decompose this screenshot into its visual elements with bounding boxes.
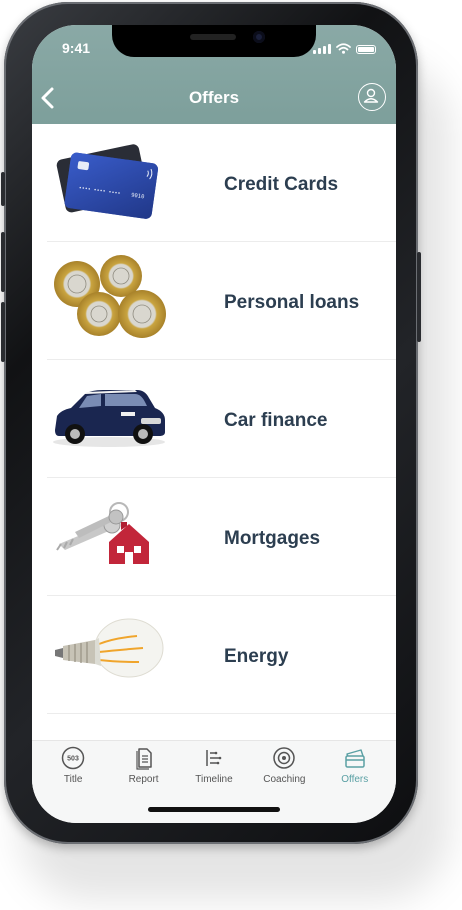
speaker bbox=[190, 34, 236, 40]
coins-image bbox=[54, 255, 166, 338]
offer-label: Energy bbox=[224, 646, 289, 667]
status-time: 9:41 bbox=[62, 40, 91, 56]
tab-coaching[interactable]: Coaching bbox=[252, 746, 316, 785]
tab-timeline[interactable]: Timeline bbox=[182, 746, 246, 785]
offer-item-credit-cards[interactable]: •••• •••• •••• 9010 Credit Cards bbox=[47, 124, 396, 242]
tab-title[interactable]: 503 Title bbox=[41, 746, 105, 785]
offer-label: Personal loans bbox=[224, 292, 360, 313]
offers-icon bbox=[345, 749, 365, 768]
bottom-tab-bar: 503 Title Report Timeline Coaching Offer… bbox=[32, 740, 396, 823]
tab-label: Offers bbox=[341, 774, 369, 785]
svg-text:503: 503 bbox=[67, 756, 79, 763]
home-indicator bbox=[148, 807, 280, 812]
phone-frame: 9:41 Offers •••• •••• •••• 9010 Credit C… bbox=[1, 2, 421, 844]
timeline-icon bbox=[206, 750, 222, 766]
wifi-icon bbox=[336, 43, 351, 54]
tab-label: Timeline bbox=[195, 774, 233, 785]
light-bulb-image bbox=[55, 618, 164, 678]
offers-list: •••• •••• •••• 9010 Credit Cards Persona… bbox=[32, 124, 396, 714]
offer-label: Mortgages bbox=[224, 528, 321, 549]
front-camera bbox=[253, 31, 265, 43]
offer-item-car-finance[interactable]: Car finance bbox=[47, 360, 396, 478]
mute-switch bbox=[1, 172, 5, 206]
tab-offers[interactable]: Offers bbox=[323, 746, 387, 785]
status-icons bbox=[313, 42, 376, 54]
tab-label: Title bbox=[63, 774, 83, 785]
score-icon: 503 bbox=[61, 746, 85, 770]
page-title: Offers bbox=[188, 88, 240, 107]
car-image bbox=[53, 390, 165, 447]
coaching-icon bbox=[273, 747, 296, 769]
credit-card-image: •••• •••• •••• 9010 bbox=[56, 144, 158, 219]
report-icon bbox=[135, 748, 152, 770]
offer-item-mortgages[interactable]: Mortgages bbox=[47, 478, 396, 596]
tab-label: Report bbox=[128, 774, 159, 785]
house-keys-image bbox=[56, 502, 149, 564]
app-screen: 9:41 Offers •••• •••• •••• 9010 Credit C… bbox=[32, 25, 396, 823]
notch bbox=[112, 25, 316, 57]
power-button bbox=[417, 252, 421, 342]
signal-icon bbox=[313, 43, 331, 54]
offer-label: Credit Cards bbox=[224, 174, 339, 195]
profile-button[interactable] bbox=[358, 83, 386, 111]
volume-up-button bbox=[1, 232, 5, 292]
tab-report[interactable]: Report bbox=[112, 746, 176, 785]
user-icon bbox=[363, 88, 378, 103]
offer-label: Car finance bbox=[224, 410, 328, 431]
offer-item-energy[interactable]: Energy bbox=[47, 596, 396, 714]
app-header: 9:41 Offers bbox=[32, 25, 396, 124]
volume-down-button bbox=[1, 302, 5, 362]
battery-icon bbox=[356, 45, 376, 54]
tab-label: Coaching bbox=[263, 774, 306, 785]
offer-item-personal-loans[interactable]: Personal loans bbox=[47, 242, 396, 360]
